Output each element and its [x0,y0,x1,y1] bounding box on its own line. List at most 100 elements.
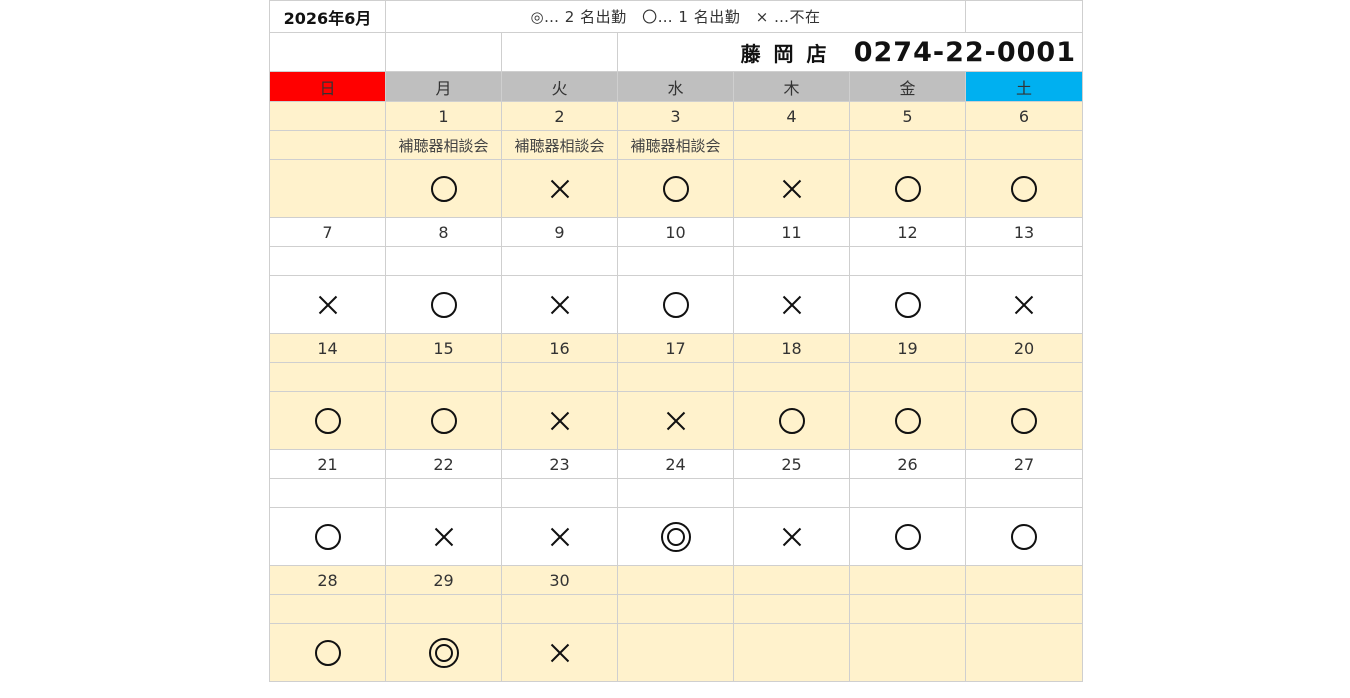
event-cell[interactable] [617,478,734,508]
event-cell[interactable] [965,594,1083,624]
date-cell[interactable]: 1 [385,101,502,131]
date-cell[interactable]: 15 [385,333,502,363]
event-cell[interactable] [617,362,734,392]
weekday-tue[interactable]: 火 [501,71,618,102]
status-cell[interactable] [733,391,850,450]
weekday-sun[interactable]: 日 [269,71,386,102]
empty-cell[interactable] [385,32,502,72]
event-cell[interactable] [849,130,966,160]
event-cell[interactable] [385,594,502,624]
event-cell[interactable] [733,362,850,392]
status-cell[interactable] [733,159,850,218]
date-cell[interactable]: 26 [849,449,966,479]
status-cell[interactable] [385,623,502,682]
event-cell[interactable] [269,594,386,624]
status-cell[interactable] [965,159,1083,218]
date-cell[interactable]: 16 [501,333,618,363]
event-cell[interactable] [385,478,502,508]
status-cell[interactable] [617,275,734,334]
event-cell[interactable] [501,594,618,624]
date-cell[interactable] [733,565,850,595]
month-title[interactable]: 2026年6月 [269,0,386,33]
date-cell[interactable]: 13 [965,217,1083,247]
status-cell[interactable] [501,507,618,566]
event-cell[interactable]: 補聴器相談会 [617,130,734,160]
status-cell[interactable] [385,159,502,218]
date-cell[interactable]: 25 [733,449,850,479]
date-cell[interactable]: 7 [269,217,386,247]
date-cell[interactable]: 27 [965,449,1083,479]
date-cell[interactable] [849,565,966,595]
status-cell[interactable] [385,507,502,566]
legend[interactable]: ◎… 2 名出勤 〇… 1 名出勤 × …不在 [385,0,966,33]
date-cell[interactable]: 19 [849,333,966,363]
status-cell[interactable] [849,507,966,566]
status-cell[interactable] [269,159,386,218]
date-cell[interactable]: 30 [501,565,618,595]
date-cell[interactable]: 3 [617,101,734,131]
status-cell[interactable] [965,623,1083,682]
weekday-sat[interactable]: 土 [965,71,1083,102]
event-cell[interactable] [269,362,386,392]
event-cell[interactable]: 補聴器相談会 [501,130,618,160]
date-cell[interactable]: 11 [733,217,850,247]
event-cell[interactable] [617,246,734,276]
status-cell[interactable] [269,623,386,682]
weekday-mon[interactable]: 月 [385,71,502,102]
date-cell[interactable]: 8 [385,217,502,247]
status-cell[interactable] [269,391,386,450]
event-cell[interactable] [733,130,850,160]
event-cell[interactable] [849,362,966,392]
status-cell[interactable] [849,391,966,450]
event-cell[interactable] [385,246,502,276]
event-cell[interactable] [501,246,618,276]
event-cell[interactable] [733,246,850,276]
date-cell[interactable]: 21 [269,449,386,479]
status-cell[interactable] [849,623,966,682]
empty-cell[interactable] [269,32,386,72]
event-cell[interactable] [269,130,386,160]
status-cell[interactable] [965,507,1083,566]
empty-cell[interactable] [965,0,1083,33]
weekday-wed[interactable]: 水 [617,71,734,102]
event-cell[interactable] [733,594,850,624]
status-cell[interactable] [501,391,618,450]
status-cell[interactable] [733,507,850,566]
date-cell[interactable]: 5 [849,101,966,131]
empty-cell[interactable] [501,32,618,72]
weekday-fri[interactable]: 金 [849,71,966,102]
status-cell[interactable] [965,275,1083,334]
date-cell[interactable] [617,565,734,595]
date-cell[interactable]: 6 [965,101,1083,131]
event-cell[interactable] [965,246,1083,276]
status-cell[interactable] [733,623,850,682]
date-cell[interactable]: 10 [617,217,734,247]
event-cell[interactable] [501,478,618,508]
event-cell[interactable] [269,246,386,276]
status-cell[interactable] [617,391,734,450]
event-cell[interactable] [269,478,386,508]
event-cell[interactable]: 補聴器相談会 [385,130,502,160]
status-cell[interactable] [733,275,850,334]
event-cell[interactable] [733,478,850,508]
store-info[interactable]: 藤 岡 店 0274-22-0001 [617,32,1083,72]
status-cell[interactable] [617,507,734,566]
date-cell[interactable]: 9 [501,217,618,247]
date-cell[interactable]: 18 [733,333,850,363]
status-cell[interactable] [849,275,966,334]
status-cell[interactable] [617,159,734,218]
date-cell[interactable]: 12 [849,217,966,247]
date-cell[interactable]: 28 [269,565,386,595]
status-cell[interactable] [269,275,386,334]
status-cell[interactable] [269,507,386,566]
status-cell[interactable] [501,275,618,334]
status-cell[interactable] [385,391,502,450]
event-cell[interactable] [849,594,966,624]
date-cell[interactable]: 29 [385,565,502,595]
status-cell[interactable] [617,623,734,682]
weekday-thu[interactable]: 木 [733,71,850,102]
status-cell[interactable] [501,623,618,682]
event-cell[interactable] [849,246,966,276]
date-cell[interactable]: 14 [269,333,386,363]
event-cell[interactable] [385,362,502,392]
